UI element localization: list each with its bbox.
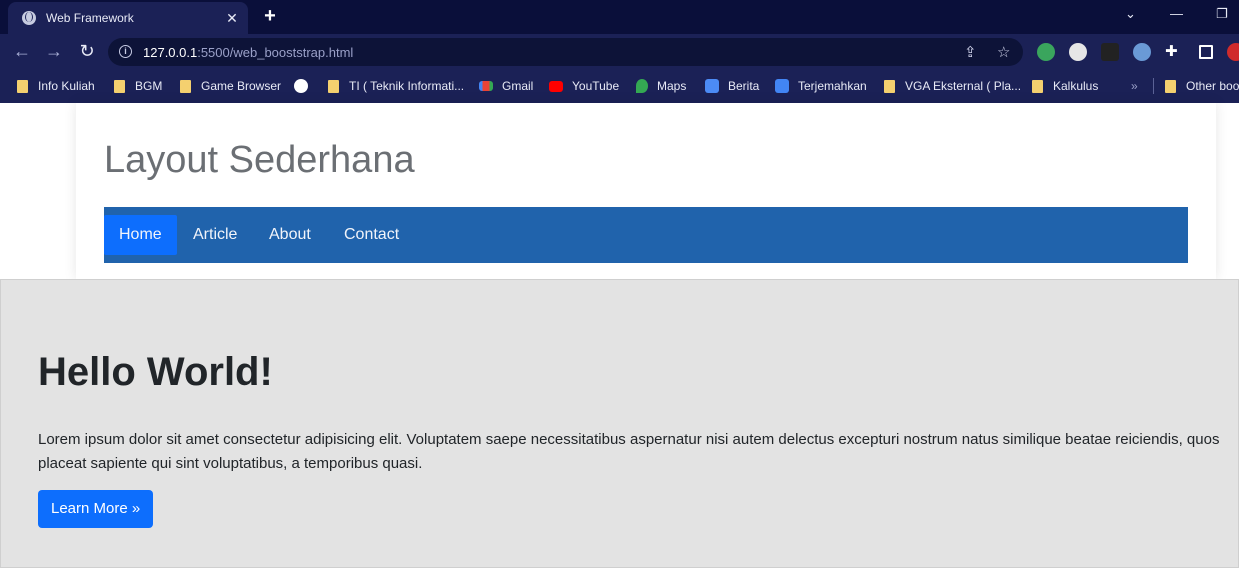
bookmark-kalkulus[interactable]: Kalkulus (1032, 76, 1098, 96)
folder-icon (1165, 79, 1176, 93)
news-icon (705, 79, 719, 93)
site-title: Layout Sederhana (104, 139, 415, 181)
maps-icon (636, 79, 648, 93)
globe-icon (22, 11, 36, 25)
bookmark-youtube[interactable]: YouTube (549, 76, 619, 96)
site-info-icon[interactable]: i (119, 45, 132, 58)
browser-toolbar: ← → ↻ i 127.0.0.1:5500/web_booststrap.ht… (0, 34, 1239, 70)
bookmarks-overflow-chevron-icon[interactable]: » (1131, 76, 1138, 96)
minimize-button[interactable]: — (1170, 6, 1183, 21)
bookmark-info-kuliah[interactable]: Info Kuliah (17, 76, 95, 96)
extensions-puzzle-icon[interactable]: ✚ (1165, 42, 1178, 60)
tab-title: Web Framework (46, 11, 134, 25)
folder-icon (114, 79, 125, 93)
translate-icon (775, 79, 789, 93)
tab-search-icon[interactable]: ⌄ (1125, 6, 1136, 22)
bookmark-vga-eksternal[interactable]: VGA Eksternal ( Pla... (884, 76, 1021, 96)
browser-tab-bar: Web Framework ✕ + ⌄ — ❐ (0, 0, 1239, 34)
nav-link-about[interactable]: About (254, 215, 326, 255)
bookmark-ti[interactable]: TI ( Teknik Informati... (328, 76, 464, 96)
extension-icon[interactable] (1037, 43, 1055, 61)
folder-icon (180, 79, 191, 93)
globe-icon (294, 79, 308, 93)
forward-button[interactable]: → (42, 41, 66, 62)
hero-section: Hello World! Lorem ipsum dolor sit amet … (0, 279, 1239, 568)
back-button[interactable]: ← (10, 41, 34, 62)
learn-more-button[interactable]: Learn More » (38, 490, 154, 528)
bookmark-gmail[interactable]: Gmail (479, 76, 533, 96)
bookmark-bgm[interactable]: BGM (114, 76, 162, 96)
folder-icon (1032, 79, 1043, 93)
folder-icon (884, 79, 895, 93)
nav-link-contact[interactable]: Contact (329, 215, 414, 255)
hero-title: Hello World! (38, 350, 273, 394)
close-tab-icon[interactable]: ✕ (222, 10, 242, 27)
restore-button[interactable]: ❐ (1216, 6, 1228, 22)
gmail-icon (479, 81, 493, 91)
youtube-icon (549, 80, 563, 92)
hero-text: Lorem ipsum dolor sit amet consectetur a… (38, 431, 1220, 472)
nav-link-article[interactable]: Article (178, 215, 252, 255)
other-bookmarks[interactable]: Other boo (1165, 76, 1239, 96)
side-panel-icon[interactable] (1199, 45, 1213, 59)
bookmark-globe[interactable] (294, 76, 317, 96)
bookmarks-divider (1153, 78, 1154, 94)
profile-avatar[interactable] (1227, 43, 1239, 61)
share-icon[interactable]: ⇪ (964, 43, 977, 61)
folder-icon (17, 79, 28, 93)
site-navbar: Home Article About Contact (104, 207, 1188, 263)
new-tab-button[interactable]: + (260, 5, 280, 28)
bookmark-terjemahkan[interactable]: Terjemahkan (775, 76, 867, 96)
bookmarks-bar: Info Kuliah BGM Game Browser TI ( Teknik… (0, 70, 1239, 103)
extension-icon[interactable] (1133, 43, 1151, 61)
bookmark-star-icon[interactable]: ☆ (997, 43, 1010, 61)
browser-tab[interactable]: Web Framework ✕ (8, 2, 248, 34)
web-page: Layout Sederhana Home Article About Cont… (0, 103, 1239, 568)
url-text[interactable]: 127.0.0.1:5500/web_booststrap.html (143, 45, 353, 60)
extension-icon[interactable] (1101, 43, 1119, 61)
bookmark-maps[interactable]: Maps (636, 76, 686, 96)
nav-link-home[interactable]: Home (104, 215, 177, 255)
site-header: Layout Sederhana Home Article About Cont… (76, 103, 1216, 279)
bookmark-game-browser[interactable]: Game Browser (180, 76, 281, 96)
address-bar[interactable]: i 127.0.0.1:5500/web_booststrap.html ⇪ ☆ (108, 38, 1023, 66)
reload-button[interactable]: ↻ (75, 41, 99, 62)
bookmark-berita[interactable]: Berita (705, 76, 759, 96)
extension-icon[interactable] (1069, 43, 1087, 61)
folder-icon (328, 79, 339, 93)
